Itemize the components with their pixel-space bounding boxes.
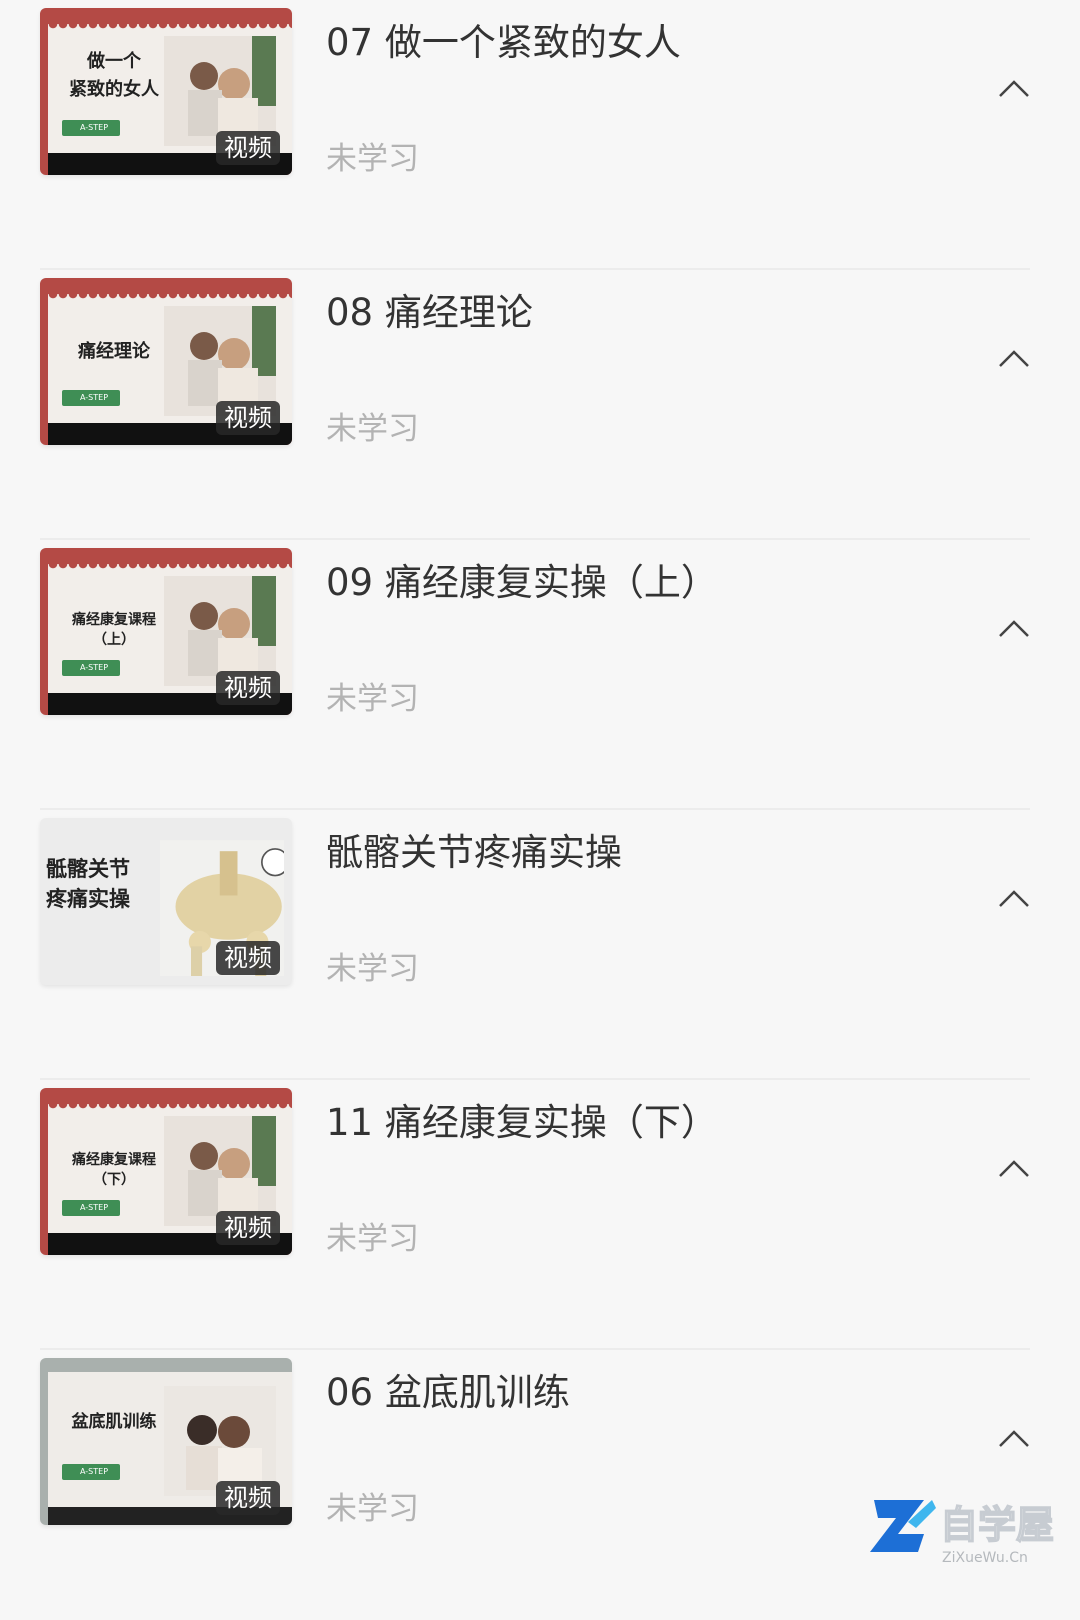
list-item[interactable]: 骶髂关节 疼痛实操 视频 骶髂关节疼痛实操 未学习 (0, 810, 1080, 1080)
chevron-up-icon[interactable] (996, 1150, 1032, 1186)
chevron-up-icon[interactable] (996, 610, 1032, 646)
thumbnail-decoration (48, 564, 292, 572)
watermark-name: 自学屋 (939, 1502, 1055, 1548)
list-item[interactable]: 盆底肌训练 A-STEP 视频 06 盆底肌训练 未学习 (0, 1350, 1080, 1620)
video-thumbnail[interactable]: 痛经康复课程 （上） A-STEP 视频 (40, 548, 292, 715)
status-label: 未学习 (326, 951, 419, 987)
course-title: 06 盆底肌训练 (326, 1371, 570, 1414)
couple-photo (164, 1116, 276, 1226)
course-title: 07 做一个紧致的女人 (326, 21, 681, 64)
thumbnail-title: 痛经康复课程 （下） (72, 1152, 156, 1188)
video-badge: 视频 (216, 671, 280, 705)
brand-logo: A-STEP (62, 1464, 120, 1480)
thumbnail-title: 痛经康复课程 （上） (72, 612, 156, 648)
couple-photo (164, 306, 276, 416)
list-item[interactable]: 痛经康复课程 （上） A-STEP 视频 09 痛经康复实操（上） 未学习 (0, 540, 1080, 810)
brand-logo: A-STEP (62, 1200, 120, 1216)
chevron-up-icon[interactable] (996, 880, 1032, 916)
brand-logo: A-STEP (62, 120, 120, 136)
status-label: 未学习 (326, 1221, 419, 1257)
thumbnail-decoration (48, 294, 292, 302)
status-label: 未学习 (326, 1491, 419, 1527)
thumbnail-decoration (48, 1104, 292, 1112)
brand-logo: A-STEP (62, 660, 120, 676)
video-thumbnail[interactable]: 做一个 紧致的女人 A-STEP 视频 (40, 8, 292, 175)
course-title: 11 痛经康复实操（下） (326, 1101, 718, 1144)
thumbnail-decoration (48, 24, 292, 32)
status-label: 未学习 (326, 141, 419, 177)
couple-photo (164, 576, 276, 686)
video-thumbnail[interactable]: 盆底肌训练 A-STEP 视频 (40, 1358, 292, 1525)
video-badge: 视频 (216, 401, 280, 435)
thumbnail-title: 做一个 紧致的女人 (69, 51, 159, 100)
list-item[interactable]: 痛经理论 A-STEP 视频 08 痛经理论 未学习 (0, 270, 1080, 540)
list-item[interactable]: 做一个 紧致的女人 A-STEP 视频 07 做一个紧致的女人 未学习 (0, 0, 1080, 270)
brand-logo: A-STEP (62, 390, 120, 406)
chevron-up-icon[interactable] (996, 70, 1032, 106)
video-thumbnail[interactable]: 痛经理论 A-STEP 视频 (40, 278, 292, 445)
course-title: 骶髂关节疼痛实操 (326, 831, 622, 874)
course-title: 08 痛经理论 (326, 291, 533, 334)
thumbnail-title: 骶髂关节 疼痛实操 (46, 856, 130, 911)
watermark-logo-icon (870, 1500, 936, 1552)
thumbnail-title: 痛经理论 (78, 341, 150, 362)
list-item[interactable]: 痛经康复课程 （下） A-STEP 视频 11 痛经康复实操（下） 未学习 (0, 1080, 1080, 1350)
video-badge: 视频 (216, 131, 280, 165)
couple-photo (164, 1386, 276, 1496)
video-badge: 视频 (216, 1481, 280, 1515)
status-label: 未学习 (326, 411, 419, 447)
chevron-up-icon[interactable] (996, 340, 1032, 376)
chevron-up-icon[interactable] (996, 1420, 1032, 1456)
course-title: 09 痛经康复实操（上） (326, 561, 718, 604)
status-label: 未学习 (326, 681, 419, 717)
video-badge: 视频 (216, 1211, 280, 1245)
couple-photo (164, 36, 276, 146)
site-watermark: 自学屋 ZiXueWu.Cn (868, 1494, 1073, 1574)
watermark-domain: ZiXueWu.Cn (942, 1550, 1028, 1566)
video-thumbnail[interactable]: 骶髂关节 疼痛实操 视频 (40, 818, 292, 985)
thumbnail-title: 盆底肌训练 (71, 1412, 157, 1432)
video-badge: 视频 (216, 941, 280, 975)
video-thumbnail[interactable]: 痛经康复课程 （下） A-STEP 视频 (40, 1088, 292, 1255)
